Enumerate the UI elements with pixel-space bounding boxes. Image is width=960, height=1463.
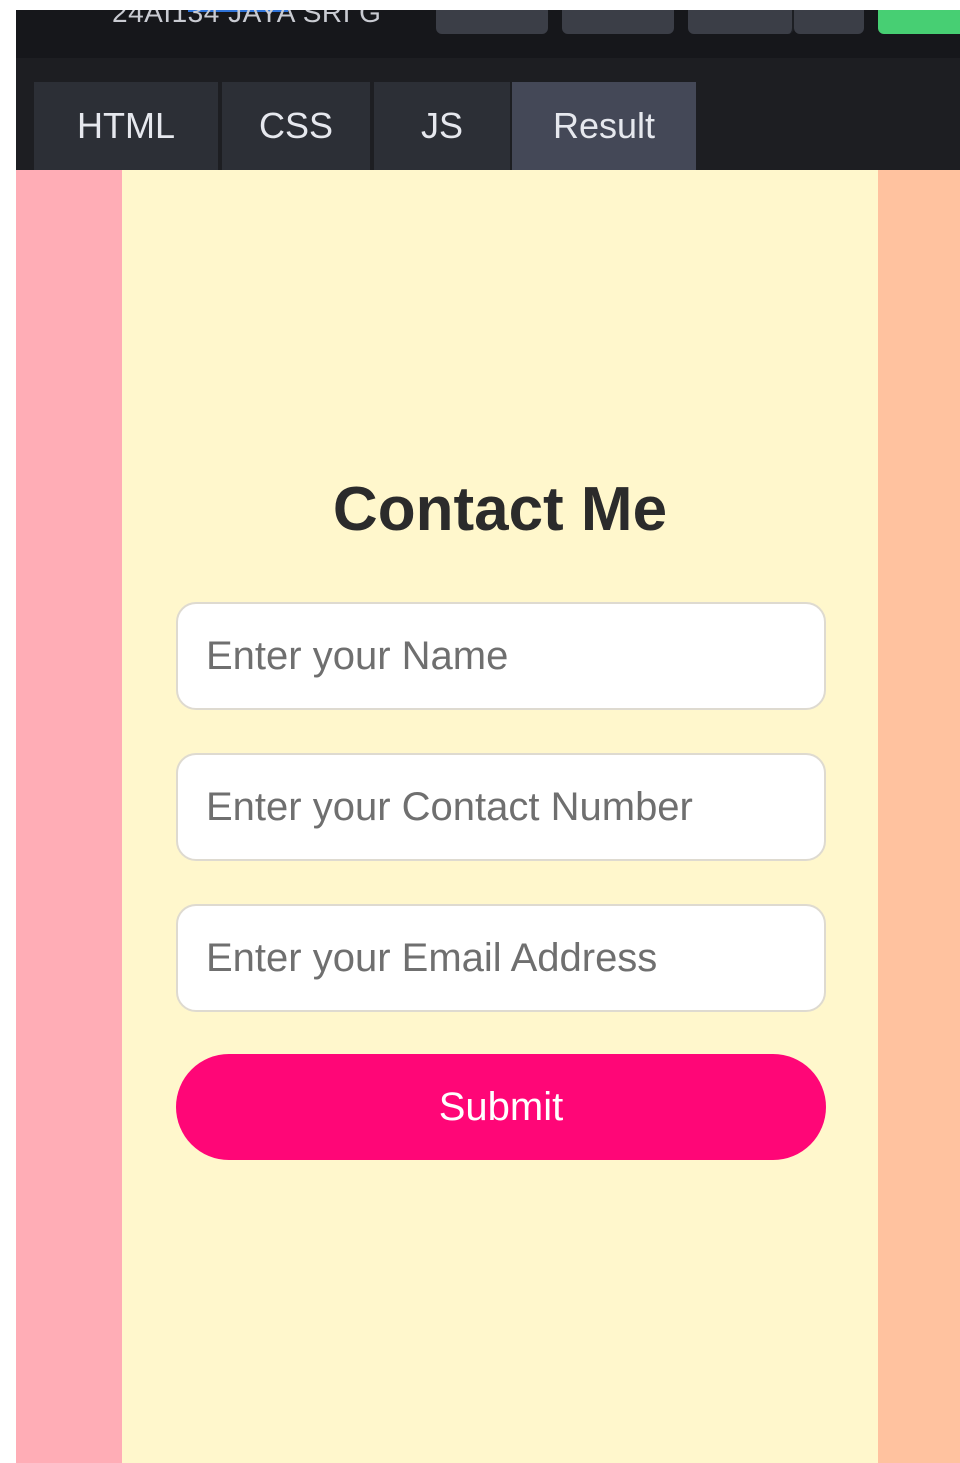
run-button[interactable]: [878, 10, 960, 34]
header-dropdown-button[interactable]: [794, 10, 864, 34]
tab-result[interactable]: Result: [512, 82, 696, 170]
header-button[interactable]: [562, 10, 674, 34]
tab-js[interactable]: JS: [374, 82, 510, 170]
right-color-stripe: [878, 170, 960, 1463]
header-button[interactable]: [688, 10, 794, 34]
header-button[interactable]: [436, 10, 548, 34]
name-input[interactable]: [176, 602, 826, 710]
tab-css[interactable]: CSS: [222, 82, 370, 170]
tab-html[interactable]: HTML: [34, 82, 218, 170]
submit-button[interactable]: Submit: [176, 1054, 826, 1160]
tab-label: JS: [420, 105, 463, 146]
tab-label: CSS: [258, 105, 334, 146]
form-heading: Contact Me: [332, 475, 668, 544]
editor-tab-bar: HTML CSS JS Result: [16, 58, 960, 170]
pen-title[interactable]: 24AI134 JAYA SRI G: [112, 10, 381, 30]
browser-viewport: 24AI134 JAYA SRI G HTML CSS JS Result Co…: [16, 10, 960, 1463]
result-pane: Contact Me Submit: [16, 170, 960, 1463]
editor-header: 24AI134 JAYA SRI G: [16, 10, 960, 58]
contact-number-input[interactable]: [176, 753, 826, 861]
tab-label: Result: [552, 105, 656, 146]
tab-label: HTML: [77, 105, 175, 146]
email-input[interactable]: [176, 904, 826, 1012]
left-color-stripe: [16, 170, 122, 1463]
